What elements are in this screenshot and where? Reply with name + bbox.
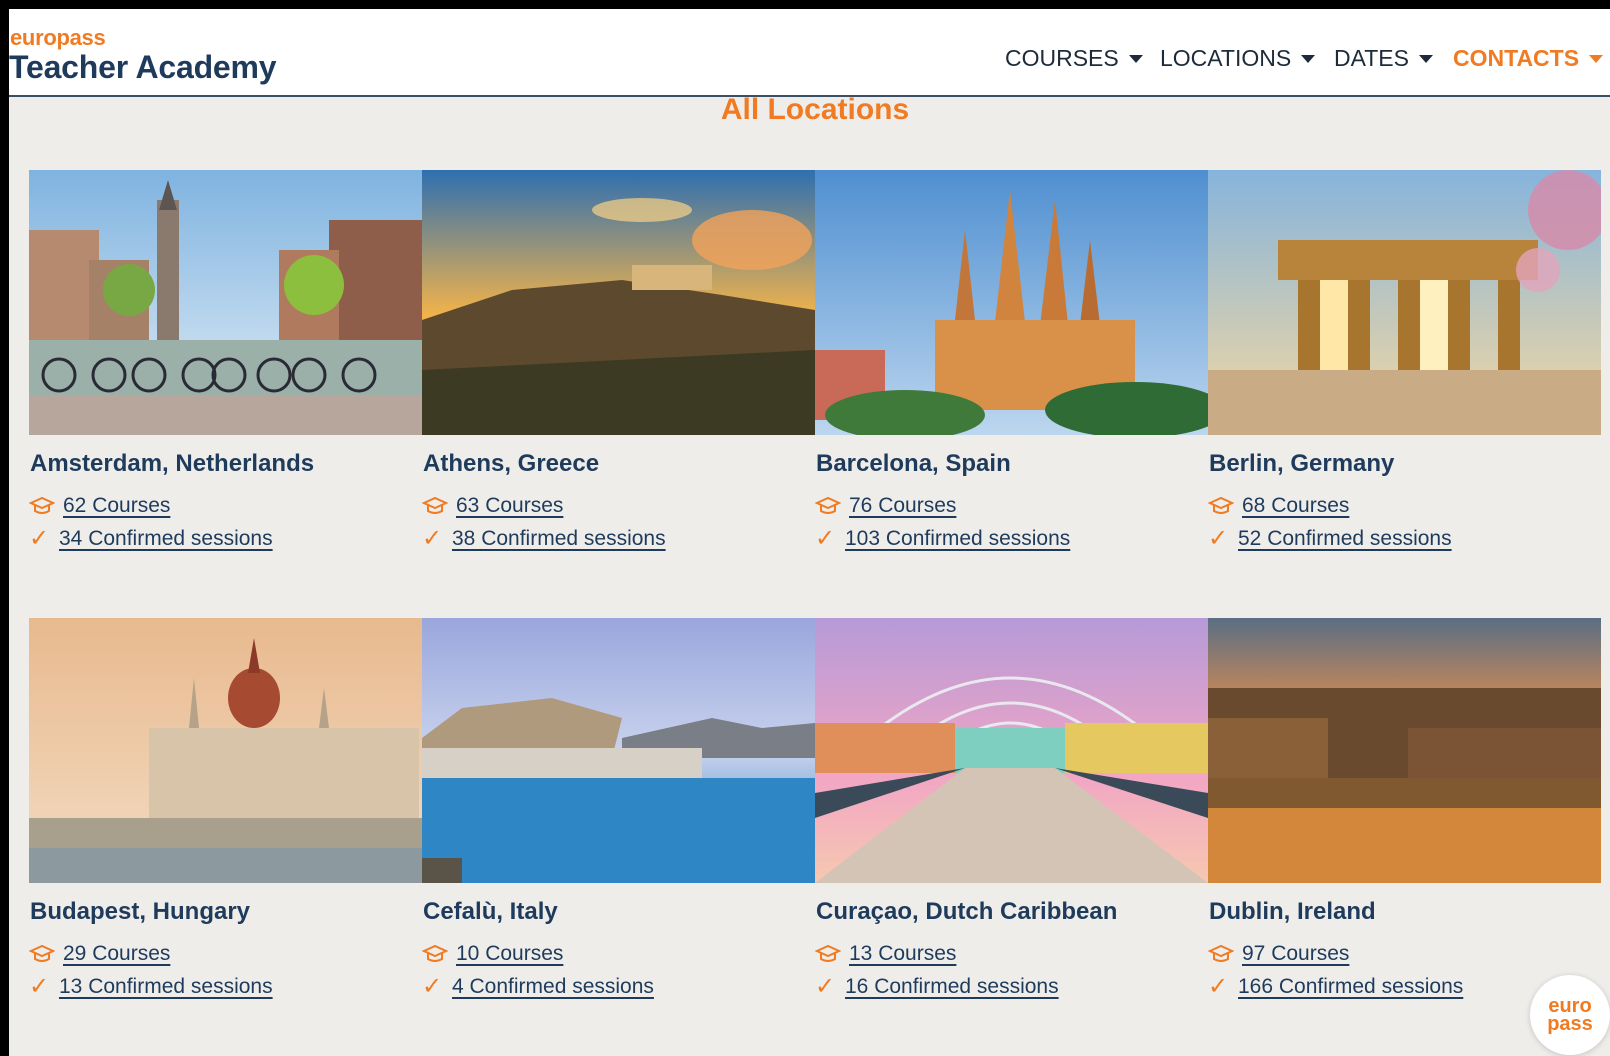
sessions-link[interactable]: ✓ 103 Confirmed sessions	[815, 527, 1070, 551]
brandenburg-gate-photo[interactable]	[1208, 170, 1601, 435]
graduation-cap-icon	[815, 944, 841, 962]
sessions-link[interactable]: ✓ 166 Confirmed sessions	[1208, 975, 1463, 999]
courses-link[interactable]: 68 Courses	[1208, 494, 1349, 518]
pontoon-bridge-photo[interactable]	[815, 618, 1208, 883]
sagrada-familia-photo[interactable]	[815, 170, 1208, 435]
courses-link[interactable]: 29 Courses	[29, 942, 170, 966]
courses-count[interactable]: 76 Courses	[849, 494, 956, 518]
location-name[interactable]: Dublin, Ireland	[1209, 898, 1376, 926]
graduation-cap-icon	[29, 944, 55, 962]
chevron-down-icon	[1301, 54, 1316, 63]
graduation-cap-icon	[29, 496, 55, 514]
site-header: europass Teacher Academy COURSES LOCATIO…	[9, 9, 1610, 97]
check-icon: ✓	[29, 525, 50, 552]
location-card[interactable]: Athens, Greece 63 Courses ✓ 38 Confirmed…	[422, 170, 815, 590]
check-icon: ✓	[1208, 973, 1229, 1000]
logo-teacher-academy[interactable]: Teacher Academy	[9, 49, 277, 86]
nav-dates[interactable]: DATES	[1334, 45, 1433, 72]
page: europass Teacher Academy COURSES LOCATIO…	[9, 9, 1610, 1056]
chevron-down-icon	[1589, 54, 1604, 63]
graduation-cap-icon	[1208, 496, 1234, 514]
sessions-count[interactable]: 52 Confirmed sessions	[1238, 527, 1452, 551]
chevron-down-icon	[1418, 54, 1433, 63]
location-name[interactable]: Amsterdam, Netherlands	[30, 450, 314, 478]
sessions-count[interactable]: 16 Confirmed sessions	[845, 975, 1059, 999]
page-title: All Locations	[720, 93, 910, 126]
courses-count[interactable]: 63 Courses	[456, 494, 563, 518]
europass-badge[interactable]: euro pass	[1530, 975, 1610, 1055]
check-icon: ✓	[815, 525, 836, 552]
location-card[interactable]: Amsterdam, Netherlands 62 Courses ✓ 34 C…	[29, 170, 422, 590]
courses-link[interactable]: 76 Courses	[815, 494, 956, 518]
check-icon: ✓	[422, 973, 443, 1000]
courses-count[interactable]: 10 Courses	[456, 942, 563, 966]
sessions-count[interactable]: 4 Confirmed sessions	[452, 975, 654, 999]
parliament-photo[interactable]	[29, 618, 422, 883]
nav-contacts-label: CONTACTS	[1453, 45, 1580, 71]
location-card[interactable]: Berlin, Germany 68 Courses ✓ 52 Confirme…	[1208, 170, 1601, 590]
location-name[interactable]: Cefalù, Italy	[423, 898, 558, 926]
nav-dates-label: DATES	[1334, 45, 1409, 71]
graduation-cap-icon	[422, 496, 448, 514]
graduation-cap-icon	[1208, 944, 1234, 962]
canal-bicycles-photo[interactable]	[29, 170, 422, 435]
courses-link[interactable]: 62 Courses	[29, 494, 170, 518]
sessions-count[interactable]: 38 Confirmed sessions	[452, 527, 666, 551]
courses-count[interactable]: 68 Courses	[1242, 494, 1349, 518]
location-name[interactable]: Curaçao, Dutch Caribbean	[816, 898, 1117, 926]
location-card[interactable]: Curaçao, Dutch Caribbean 13 Courses ✓ 16…	[815, 618, 1208, 1038]
sessions-count[interactable]: 103 Confirmed sessions	[845, 527, 1070, 551]
courses-count[interactable]: 97 Courses	[1242, 942, 1349, 966]
courses-count[interactable]: 62 Courses	[63, 494, 170, 518]
acropolis-sunset-photo[interactable]	[422, 170, 815, 435]
location-name[interactable]: Berlin, Germany	[1209, 450, 1394, 478]
sessions-link[interactable]: ✓ 38 Confirmed sessions	[422, 527, 666, 551]
sessions-link[interactable]: ✓ 52 Confirmed sessions	[1208, 527, 1452, 551]
check-icon: ✓	[422, 525, 443, 552]
location-name[interactable]: Athens, Greece	[423, 450, 599, 478]
sessions-count[interactable]: 166 Confirmed sessions	[1238, 975, 1463, 999]
sessions-link[interactable]: ✓ 16 Confirmed sessions	[815, 975, 1059, 999]
graduation-cap-icon	[815, 496, 841, 514]
courses-link[interactable]: 97 Courses	[1208, 942, 1349, 966]
sessions-link[interactable]: ✓ 4 Confirmed sessions	[422, 975, 654, 999]
location-card[interactable]: Budapest, Hungary 29 Courses ✓ 13 Confir…	[29, 618, 422, 1038]
sessions-count[interactable]: 13 Confirmed sessions	[59, 975, 273, 999]
check-icon: ✓	[29, 973, 50, 1000]
check-icon: ✓	[815, 973, 836, 1000]
sessions-link[interactable]: ✓ 34 Confirmed sessions	[29, 527, 273, 551]
nav-contacts[interactable]: CONTACTS	[1453, 45, 1604, 72]
nav-locations-label: LOCATIONS	[1160, 45, 1292, 71]
location-card[interactable]: Cefalù, Italy 10 Courses ✓ 4 Confirmed s…	[422, 618, 815, 1038]
courses-link[interactable]: 63 Courses	[422, 494, 563, 518]
courses-count[interactable]: 13 Courses	[849, 942, 956, 966]
courses-link[interactable]: 10 Courses	[422, 942, 563, 966]
logo-europass[interactable]: europass	[10, 25, 106, 51]
location-card[interactable]: Barcelona, Spain 76 Courses ✓ 103 Confir…	[815, 170, 1208, 590]
main-nav: COURSES LOCATIONS DATES CONTACTS	[1005, 45, 1610, 85]
nav-locations[interactable]: LOCATIONS	[1160, 45, 1316, 72]
location-name[interactable]: Budapest, Hungary	[30, 898, 250, 926]
river-sunset-photo[interactable]	[1208, 618, 1601, 883]
sessions-link[interactable]: ✓ 13 Confirmed sessions	[29, 975, 273, 999]
location-card[interactable]: Dublin, Ireland 97 Courses ✓ 166 Confirm…	[1208, 618, 1601, 1038]
chevron-down-icon	[1128, 54, 1143, 63]
location-name[interactable]: Barcelona, Spain	[816, 450, 1011, 478]
graduation-cap-icon	[422, 944, 448, 962]
badge-line2: pass	[1547, 1013, 1593, 1035]
nav-courses-label: COURSES	[1005, 45, 1119, 71]
check-icon: ✓	[1208, 525, 1229, 552]
courses-count[interactable]: 29 Courses	[63, 942, 170, 966]
sessions-count[interactable]: 34 Confirmed sessions	[59, 527, 273, 551]
nav-courses[interactable]: COURSES	[1005, 45, 1143, 72]
courses-link[interactable]: 13 Courses	[815, 942, 956, 966]
coastal-town-photo[interactable]	[422, 618, 815, 883]
